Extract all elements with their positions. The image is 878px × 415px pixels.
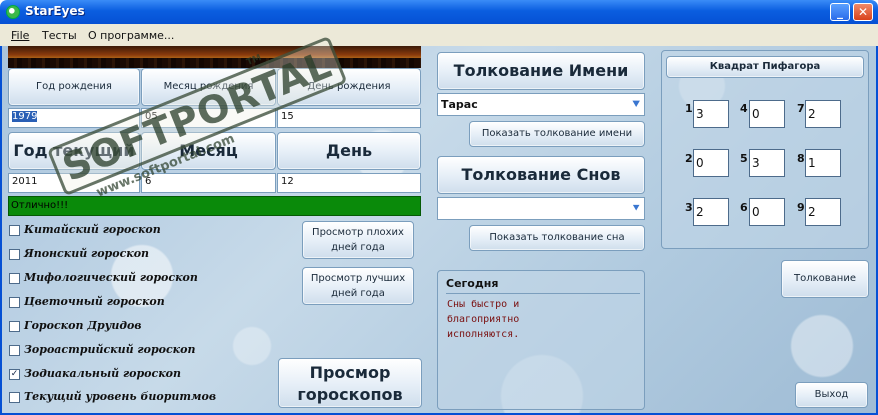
birth-month-header[interactable]: Месяц рождения <box>141 68 276 106</box>
app-icon <box>6 5 20 19</box>
interpretation-button[interactable]: Толкование <box>781 260 869 298</box>
checkbox-icon[interactable] <box>9 297 20 308</box>
checkbox-icon[interactable] <box>9 249 20 260</box>
main-area: Год рождения Месяц рождения День рождени… <box>0 35 878 415</box>
current-year-header[interactable]: Год текущий <box>8 132 140 170</box>
menu-tests[interactable]: Тесты <box>42 29 77 42</box>
menu-bar: File Тесты О программе... <box>0 24 878 46</box>
bad-days-button[interactable]: Просмотр плохих дней года <box>302 221 414 259</box>
dropdown-arrow-icon[interactable]: ⯆ <box>631 201 641 216</box>
exit-button[interactable]: Выход <box>795 382 868 408</box>
sunset-banner <box>8 46 421 68</box>
pythagoras-cell-5[interactable]: 3 <box>749 149 785 177</box>
checkbox-icon[interactable] <box>9 225 20 236</box>
dropdown-arrow-icon[interactable]: ⯆ <box>631 97 641 112</box>
pythagoras-cell-2[interactable]: 0 <box>693 149 729 177</box>
birth-month-field[interactable]: 05 <box>141 108 276 128</box>
name-interpretation-header[interactable]: Толкование Имени <box>437 52 645 90</box>
window-title: StarEyes <box>25 4 85 18</box>
divider <box>446 293 640 294</box>
menu-about[interactable]: О программе... <box>88 29 174 42</box>
today-label: Сегодня <box>446 277 499 290</box>
pythagoras-title: Квадрат Пифагора <box>666 56 864 78</box>
dream-interpretation-header[interactable]: Толкование Снов <box>437 156 645 194</box>
pythagoras-panel: Квадрат Пифагора 1 3 4 0 7 2 2 0 5 3 8 1… <box>661 50 869 249</box>
close-button[interactable]: ✕ <box>853 3 873 21</box>
pythagoras-cell-3[interactable]: 2 <box>693 198 729 226</box>
dream-select[interactable]: ⯆ <box>437 197 645 220</box>
good-days-button[interactable]: Просмотр лучших дней года <box>302 267 414 305</box>
birth-day-field[interactable]: 15 <box>277 108 421 128</box>
checkbox-icon[interactable] <box>9 345 20 356</box>
today-panel: Сегодня Сны быстро и благоприятно исполн… <box>437 270 645 410</box>
today-text: Сны быстро и благоприятно исполняются. <box>447 299 520 340</box>
birth-day-header[interactable]: День рождения <box>277 68 421 106</box>
pythagoras-cell-7[interactable]: 2 <box>805 100 841 128</box>
minimize-button[interactable]: _ <box>830 3 850 21</box>
menu-file[interactable]: File <box>11 29 29 42</box>
checkbox-icon[interactable] <box>9 392 20 403</box>
name-select[interactable]: Тарас ⯆ <box>437 93 645 116</box>
checkbox-icon[interactable] <box>9 273 20 284</box>
show-name-interpretation-button[interactable]: Показать толкование имени <box>469 121 645 147</box>
current-month-field[interactable]: 6 <box>141 173 276 193</box>
checkbox-icon[interactable] <box>9 321 20 332</box>
pythagoras-cell-8[interactable]: 1 <box>805 149 841 177</box>
checkbox-icon[interactable]: ✓ <box>9 369 20 380</box>
pythagoras-cell-9[interactable]: 2 <box>805 198 841 226</box>
current-year-field[interactable]: 2011 <box>8 173 140 193</box>
current-month-header[interactable]: Месяц <box>141 132 276 170</box>
show-dream-interpretation-button[interactable]: Показать толкование сна <box>469 225 645 251</box>
pythagoras-cell-4[interactable]: 0 <box>749 100 785 128</box>
title-bar: StarEyes _ ✕ <box>0 0 878 24</box>
current-day-header[interactable]: День <box>277 132 421 170</box>
birth-year-field[interactable]: 1979 <box>8 108 140 128</box>
status-bar: Отлично!!! <box>8 196 421 216</box>
current-day-field[interactable]: 12 <box>277 173 421 193</box>
birth-year-header[interactable]: Год рождения <box>8 68 140 106</box>
pythagoras-cell-1[interactable]: 3 <box>693 100 729 128</box>
pythagoras-cell-6[interactable]: 0 <box>749 198 785 226</box>
view-horoscopes-button[interactable]: Просмор гороскопов <box>278 358 422 408</box>
